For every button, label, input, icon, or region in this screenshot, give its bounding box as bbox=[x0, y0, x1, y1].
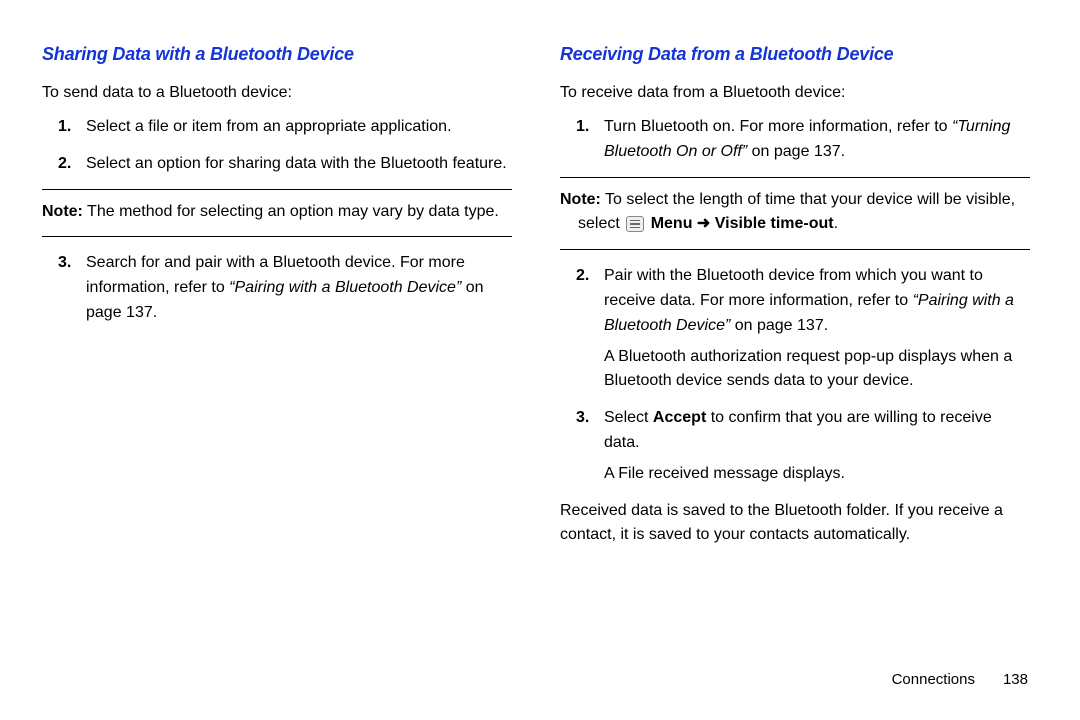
arrow-icon: ➜ bbox=[692, 215, 714, 232]
step-text: on page 137. bbox=[730, 317, 828, 334]
section-heading-receiving: Receiving Data from a Bluetooth Device bbox=[560, 44, 1030, 65]
step-item: Select Accept to confirm that you are wi… bbox=[576, 406, 1030, 486]
outro-text: Received data is saved to the Bluetooth … bbox=[560, 499, 1030, 549]
step-item: Select a file or item from an appropriat… bbox=[58, 115, 512, 140]
step-item: Pair with the Bluetooth device from whic… bbox=[576, 264, 1030, 394]
note-text: The method for selecting an option may v… bbox=[83, 203, 499, 220]
note-box: Note: To select the length of time that … bbox=[560, 177, 1030, 251]
note-text: . bbox=[834, 215, 838, 232]
step-text: on page 137. bbox=[747, 143, 845, 160]
page-body: Sharing Data with a Bluetooth Device To … bbox=[0, 0, 1080, 548]
menu-icon bbox=[626, 216, 644, 232]
right-column: Receiving Data from a Bluetooth Device T… bbox=[560, 44, 1030, 548]
steps-list-sharing-cont: Search for and pair with a Bluetooth dev… bbox=[58, 251, 512, 325]
step-item: Turn Bluetooth on. For more information,… bbox=[576, 115, 1030, 165]
step-subtext: A Bluetooth authorization request pop-up… bbox=[604, 345, 1030, 395]
menu-label: Menu bbox=[651, 215, 693, 232]
intro-text: To send data to a Bluetooth device: bbox=[42, 81, 512, 105]
step-item: Search for and pair with a Bluetooth dev… bbox=[58, 251, 512, 325]
step-text: Turn Bluetooth on. For more information,… bbox=[604, 118, 952, 135]
step-text: Select bbox=[604, 409, 653, 426]
intro-text: To receive data from a Bluetooth device: bbox=[560, 81, 1030, 105]
left-column: Sharing Data with a Bluetooth Device To … bbox=[42, 44, 512, 548]
step-item: Select an option for sharing data with t… bbox=[58, 152, 512, 177]
steps-list-sharing: Select a file or item from an appropriat… bbox=[58, 115, 512, 177]
steps-list-receiving-cont: Pair with the Bluetooth device from whic… bbox=[576, 264, 1030, 486]
note-label: Note: bbox=[560, 191, 601, 208]
footer-section: Connections bbox=[892, 671, 975, 688]
cross-reference: “Pairing with a Bluetooth Device” bbox=[229, 279, 461, 296]
note-box: Note: The method for selecting an option… bbox=[42, 189, 512, 238]
accept-label: Accept bbox=[653, 409, 706, 426]
section-heading-sharing: Sharing Data with a Bluetooth Device bbox=[42, 44, 512, 65]
steps-list-receiving: Turn Bluetooth on. For more information,… bbox=[576, 115, 1030, 165]
page-footer: Connections 138 bbox=[892, 671, 1028, 688]
note-label: Note: bbox=[42, 203, 83, 220]
visible-timeout-label: Visible time-out bbox=[715, 215, 834, 232]
footer-page-number: 138 bbox=[1003, 671, 1028, 688]
step-subtext: A File received message displays. bbox=[604, 462, 1030, 487]
